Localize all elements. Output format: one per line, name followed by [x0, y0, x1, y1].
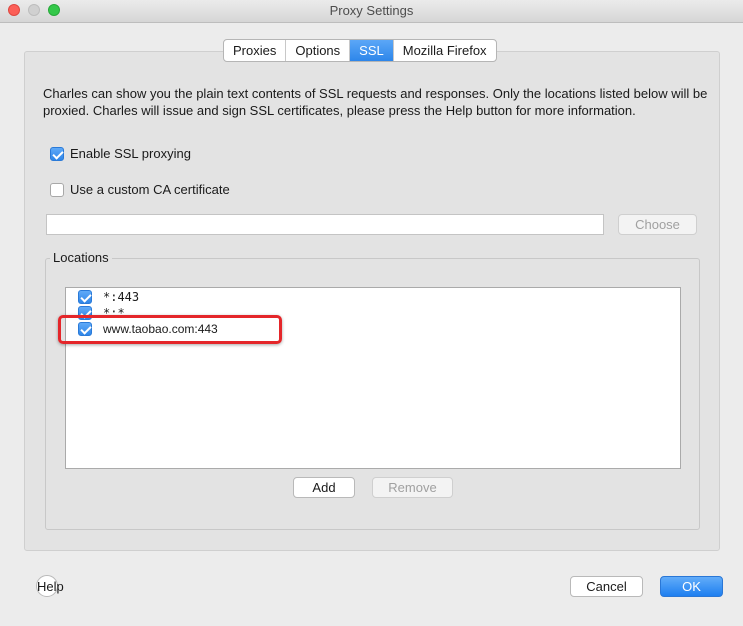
tab-options[interactable]: Options [286, 40, 351, 61]
locations-title: Locations [50, 250, 112, 265]
help-button[interactable]: Help [36, 575, 64, 597]
help-label: Help [37, 579, 64, 594]
title-bar: Proxy Settings [0, 0, 743, 23]
location-row[interactable]: *:443 [66, 289, 680, 305]
custom-ca-label[interactable]: Use a custom CA certificate [70, 182, 230, 197]
minimize-window-button[interactable] [28, 4, 40, 16]
location-label: *:443 [103, 290, 140, 304]
ok-button[interactable]: OK [660, 576, 723, 597]
location-row[interactable]: *:* [66, 305, 680, 321]
locations-list[interactable]: *:443 *:* www.taobao.com:443 [65, 287, 681, 469]
location-checkbox[interactable] [78, 306, 92, 320]
remove-location-button[interactable]: Remove [372, 477, 453, 498]
tab-proxies[interactable]: Proxies [224, 40, 287, 61]
location-row[interactable]: www.taobao.com:443 [66, 321, 680, 337]
ca-path-field[interactable] [46, 214, 604, 235]
tab-mozilla-firefox[interactable]: Mozilla Firefox [394, 40, 496, 61]
ssl-description: Charles can show you the plain text cont… [43, 86, 708, 118]
choose-button[interactable]: Choose [618, 214, 697, 235]
tab-bar: Proxies Options SSL Mozilla Firefox [223, 39, 497, 62]
close-window-button[interactable] [8, 4, 20, 16]
tab-ssl[interactable]: SSL [350, 40, 394, 61]
enable-ssl-checkbox[interactable] [50, 147, 64, 161]
location-label: *:* [103, 306, 125, 320]
location-label: www.taobao.com:443 [103, 322, 218, 336]
custom-ca-checkbox[interactable] [50, 183, 64, 197]
zoom-window-button[interactable] [48, 4, 60, 16]
window-title: Proxy Settings [329, 3, 414, 18]
add-location-button[interactable]: Add [293, 477, 355, 498]
location-checkbox[interactable] [78, 290, 92, 304]
enable-ssl-label[interactable]: Enable SSL proxying [70, 146, 191, 161]
cancel-button[interactable]: Cancel [570, 576, 643, 597]
location-checkbox[interactable] [78, 322, 92, 336]
